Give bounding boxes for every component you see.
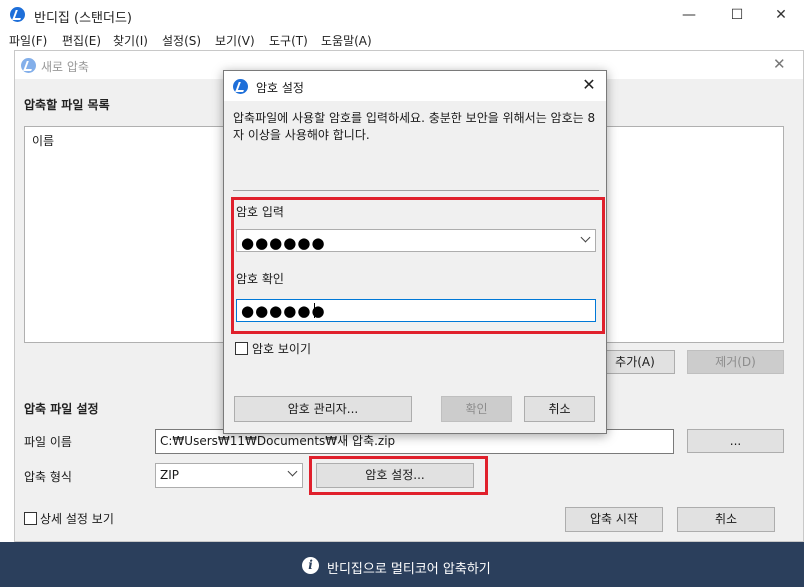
- maximize-button[interactable]: ☐: [714, 0, 760, 30]
- main-title-bar: 반디집 (스탠더드) — ☐ ✕: [0, 0, 804, 30]
- archive-settings-label: 압축 파일 설정: [24, 402, 99, 416]
- add-button[interactable]: 추가(A): [595, 350, 675, 374]
- menu-settings[interactable]: 설정(S): [162, 32, 201, 49]
- cancel-button[interactable]: 취소: [677, 507, 775, 532]
- menu-tools[interactable]: 도구(T): [269, 32, 308, 49]
- start-compress-button[interactable]: 압축 시작: [565, 507, 663, 532]
- new-archive-title: 새로 압축: [41, 60, 89, 74]
- password-manager-button[interactable]: 암호 관리자...: [234, 396, 412, 422]
- password-dialog-title: 암호 설정: [256, 81, 304, 95]
- file-list-label: 압축할 파일 목록: [24, 98, 110, 112]
- show-password-checkbox[interactable]: [235, 342, 248, 355]
- password-dialog-close-icon[interactable]: ✕: [576, 75, 602, 97]
- format-select-value: ZIP: [160, 468, 179, 482]
- password-confirm-input[interactable]: ●●●●●●: [236, 299, 596, 322]
- info-icon: i: [302, 557, 319, 574]
- new-archive-close-icon[interactable]: ✕: [773, 55, 786, 73]
- chevron-down-icon: [287, 466, 298, 477]
- menu-edit[interactable]: 편집(E): [62, 32, 101, 49]
- text-cursor: [314, 303, 315, 318]
- password-confirm-label: 암호 확인: [236, 272, 284, 286]
- separator: [233, 190, 599, 191]
- remove-button[interactable]: 제거(D): [687, 350, 784, 374]
- column-header-name[interactable]: 이름: [32, 132, 54, 149]
- password-description: 압축파일에 사용할 암호를 입력하세요. 충분한 보안을 위해서는 암호는 8자…: [233, 111, 596, 142]
- show-password-label: 암호 보이기: [252, 342, 312, 356]
- password-confirm-value: ●●●●●●: [241, 302, 326, 320]
- password-enter-input[interactable]: ●●●●●●: [236, 229, 596, 252]
- menu-view[interactable]: 보기(V): [215, 32, 255, 49]
- format-select[interactable]: ZIP: [155, 463, 303, 488]
- bandizip-logo-icon: [233, 79, 248, 94]
- password-dialog-title-bar: 암호 설정 ✕: [224, 71, 606, 101]
- advanced-settings-checkbox[interactable]: [24, 512, 37, 525]
- filename-label: 파일 이름: [24, 435, 72, 449]
- minimize-button[interactable]: —: [666, 0, 712, 30]
- menu-file[interactable]: 파일(F): [9, 32, 47, 49]
- status-bar: i 반디집으로 멀티코어 압축하기: [0, 542, 804, 587]
- bandizip-logo-icon: [21, 58, 36, 73]
- close-button[interactable]: ✕: [758, 0, 804, 30]
- status-message[interactable]: 반디집으로 멀티코어 압축하기: [327, 558, 491, 577]
- password-enter-value: ●●●●●●: [241, 234, 326, 252]
- password-cancel-button[interactable]: 취소: [524, 396, 595, 422]
- bandizip-logo-icon: [10, 7, 25, 22]
- menu-bar: 파일(F) 편집(E) 찾기(I) 설정(S) 보기(V) 도구(T) 도움말(…: [0, 30, 804, 50]
- format-label: 압축 형식: [24, 470, 72, 484]
- password-enter-label: 암호 입력: [236, 205, 284, 219]
- browse-button[interactable]: ...: [687, 429, 784, 453]
- chevron-down-icon: [580, 232, 591, 243]
- menu-find[interactable]: 찾기(I): [113, 32, 148, 49]
- main-window-title: 반디집 (스탠더드): [34, 11, 132, 26]
- ok-button[interactable]: 확인: [441, 396, 512, 422]
- menu-help[interactable]: 도움말(A): [321, 32, 372, 49]
- password-dialog: 암호 설정 ✕ 압축파일에 사용할 암호를 입력하세요. 충분한 보안을 위해서…: [223, 70, 607, 434]
- advanced-settings-label: 상세 설정 보기: [40, 512, 114, 526]
- password-settings-button[interactable]: 암호 설정...: [316, 463, 474, 488]
